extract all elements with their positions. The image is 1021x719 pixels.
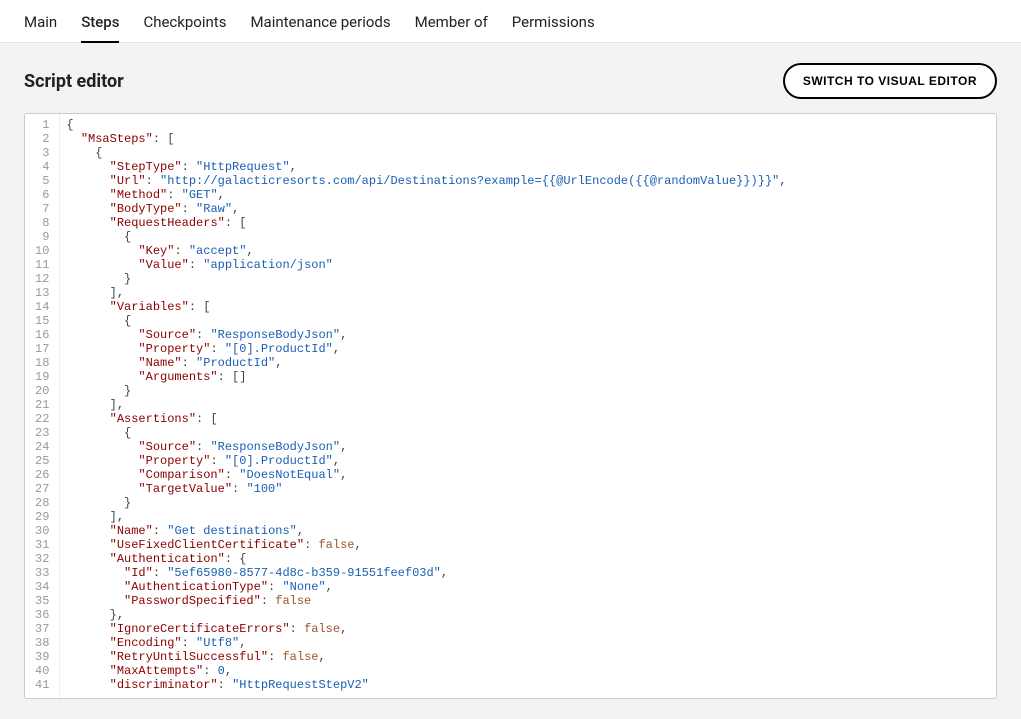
- line-number: 30: [35, 524, 55, 538]
- script-editor: 1234567891011121314151617181920212223242…: [24, 113, 997, 699]
- code-line: "Encoding": "Utf8",: [66, 636, 990, 650]
- line-number: 39: [35, 650, 55, 664]
- tab-maintenance-periods[interactable]: Maintenance periods: [250, 0, 390, 43]
- code-line: "PasswordSpecified": false: [66, 594, 990, 608]
- code-line: "Method": "GET",: [66, 188, 990, 202]
- content-area: Script editor SWITCH TO VISUAL EDITOR 12…: [0, 43, 1021, 719]
- code-line: "RetryUntilSuccessful": false,: [66, 650, 990, 664]
- switch-to-visual-editor-button[interactable]: SWITCH TO VISUAL EDITOR: [783, 63, 997, 99]
- code-line: "Assertions": [: [66, 412, 990, 426]
- editor-title: Script editor: [24, 71, 124, 92]
- line-number: 28: [35, 496, 55, 510]
- code-line: "UseFixedClientCertificate": false,: [66, 538, 990, 552]
- code-line: "Key": "accept",: [66, 244, 990, 258]
- code-line: {: [66, 118, 990, 132]
- tab-member-of[interactable]: Member of: [415, 0, 488, 43]
- code-line: "Arguments": []: [66, 370, 990, 384]
- line-number: 7: [35, 202, 55, 216]
- code-line: "Value": "application/json": [66, 258, 990, 272]
- line-number: 15: [35, 314, 55, 328]
- line-number: 20: [35, 384, 55, 398]
- code-line: {: [66, 230, 990, 244]
- code-line: "TargetValue": "100": [66, 482, 990, 496]
- code-line: "Property": "[0].ProductId",: [66, 454, 990, 468]
- tab-main[interactable]: Main: [24, 0, 57, 43]
- code-line: "discriminator": "HttpRequestStepV2": [66, 678, 990, 692]
- line-number: 35: [35, 594, 55, 608]
- line-number: 25: [35, 454, 55, 468]
- code-line: "Name": "Get destinations",: [66, 524, 990, 538]
- code-body: 1234567891011121314151617181920212223242…: [25, 114, 996, 698]
- line-number: 3: [35, 146, 55, 160]
- line-number: 11: [35, 258, 55, 272]
- editor-header: Script editor SWITCH TO VISUAL EDITOR: [24, 63, 997, 99]
- line-number: 13: [35, 286, 55, 300]
- line-number: 38: [35, 636, 55, 650]
- code-line: "Id": "5ef65980-8577-4d8c-b359-91551feef…: [66, 566, 990, 580]
- line-number: 12: [35, 272, 55, 286]
- tab-permissions[interactable]: Permissions: [512, 0, 595, 43]
- line-number: 19: [35, 370, 55, 384]
- line-number: 14: [35, 300, 55, 314]
- code-line: "StepType": "HttpRequest",: [66, 160, 990, 174]
- line-number: 33: [35, 566, 55, 580]
- code-line: ],: [66, 286, 990, 300]
- line-number: 6: [35, 188, 55, 202]
- code-line: {: [66, 426, 990, 440]
- code-line: "Authentication": {: [66, 552, 990, 566]
- line-number: 1: [35, 118, 55, 132]
- line-number: 37: [35, 622, 55, 636]
- line-number: 31: [35, 538, 55, 552]
- line-number: 24: [35, 440, 55, 454]
- code-line: }: [66, 496, 990, 510]
- editor-scroll[interactable]: 1234567891011121314151617181920212223242…: [25, 114, 996, 698]
- line-number: 18: [35, 356, 55, 370]
- code-line: ],: [66, 510, 990, 524]
- code-line: "Name": "ProductId",: [66, 356, 990, 370]
- line-number: 36: [35, 608, 55, 622]
- code-line: {: [66, 146, 990, 160]
- code-line: "AuthenticationType": "None",: [66, 580, 990, 594]
- code-line: "MsaSteps": [: [66, 132, 990, 146]
- code-line: }: [66, 384, 990, 398]
- code-line: {: [66, 314, 990, 328]
- line-number: 5: [35, 174, 55, 188]
- code-line: "Source": "ResponseBodyJson",: [66, 328, 990, 342]
- line-number: 23: [35, 426, 55, 440]
- line-number: 34: [35, 580, 55, 594]
- line-number: 17: [35, 342, 55, 356]
- code-line: },: [66, 608, 990, 622]
- line-number: 8: [35, 216, 55, 230]
- line-number: 40: [35, 664, 55, 678]
- tabs-bar: Main Steps Checkpoints Maintenance perio…: [0, 0, 1021, 43]
- line-number: 9: [35, 230, 55, 244]
- code-line: "MaxAttempts": 0,: [66, 664, 990, 678]
- tab-checkpoints[interactable]: Checkpoints: [143, 0, 226, 43]
- tab-steps[interactable]: Steps: [81, 0, 119, 43]
- line-number: 10: [35, 244, 55, 258]
- code-line: }: [66, 272, 990, 286]
- line-number: 41: [35, 678, 55, 692]
- code-content[interactable]: { "MsaSteps": [ { "StepType": "HttpReque…: [60, 114, 996, 698]
- line-number: 4: [35, 160, 55, 174]
- line-number-gutter: 1234567891011121314151617181920212223242…: [25, 114, 60, 698]
- line-number: 27: [35, 482, 55, 496]
- line-number: 29: [35, 510, 55, 524]
- line-number: 2: [35, 132, 55, 146]
- code-line: "Url": "http://galacticresorts.com/api/D…: [66, 174, 990, 188]
- line-number: 32: [35, 552, 55, 566]
- code-line: "IgnoreCertificateErrors": false,: [66, 622, 990, 636]
- code-line: "Variables": [: [66, 300, 990, 314]
- code-line: "RequestHeaders": [: [66, 216, 990, 230]
- code-line: "Comparison": "DoesNotEqual",: [66, 468, 990, 482]
- line-number: 26: [35, 468, 55, 482]
- code-line: "Source": "ResponseBodyJson",: [66, 440, 990, 454]
- code-line: "Property": "[0].ProductId",: [66, 342, 990, 356]
- line-number: 22: [35, 412, 55, 426]
- line-number: 21: [35, 398, 55, 412]
- code-line: "BodyType": "Raw",: [66, 202, 990, 216]
- line-number: 16: [35, 328, 55, 342]
- code-line: ],: [66, 398, 990, 412]
